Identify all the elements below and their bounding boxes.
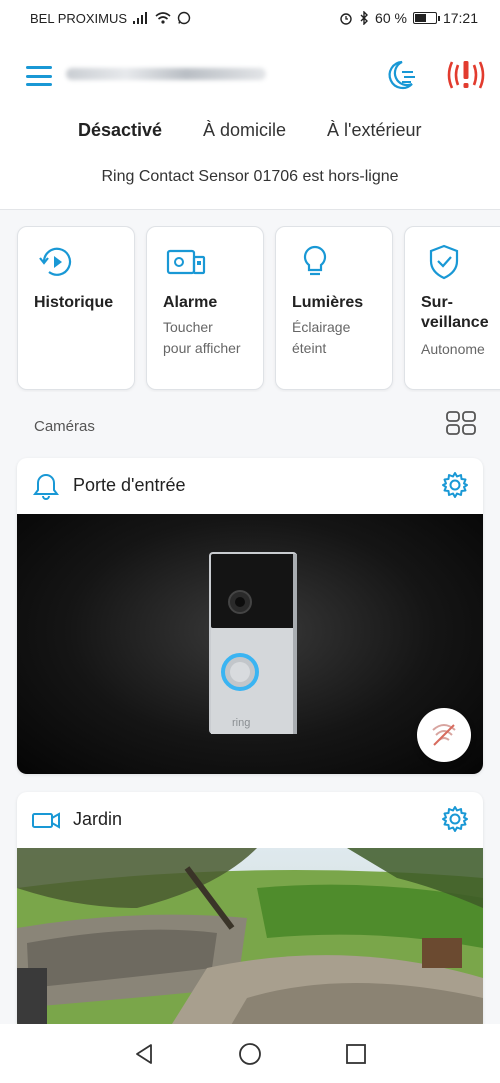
tile-subtitle: Autonome (421, 341, 485, 357)
tile-subtitle-line1: Toucher (163, 319, 213, 335)
recents-icon[interactable] (344, 1042, 368, 1066)
mode-away[interactable]: À l'extérieur (327, 120, 421, 141)
tile-history[interactable]: Historique (17, 226, 135, 390)
tile-subtitle: Toucher pour afficher (163, 317, 241, 359)
tile-title: Historique (34, 294, 114, 311)
motion-disabled-icon (432, 724, 456, 746)
app-header: Désactivé À domicile À l'extérieur Ring … (0, 36, 500, 210)
gear-icon[interactable] (441, 805, 469, 833)
tile-surveillance[interactable]: Sur- veillance Autonome (404, 226, 500, 390)
garden-image (17, 848, 483, 1032)
battery-icon (412, 12, 440, 24)
hamburger-icon[interactable] (26, 66, 52, 86)
home-icon[interactable] (238, 1042, 262, 1066)
tile-subtitle-line2: éteint (292, 340, 327, 356)
tile-lights[interactable]: Lumières Éclairage éteint (275, 226, 393, 390)
camera-name: Porte d'entrée (73, 475, 186, 495)
mode-disarmed[interactable]: Désactivé (78, 120, 162, 141)
moon-icon[interactable] (382, 58, 418, 94)
signal-icon (133, 12, 148, 24)
status-bar: BEL PROXIMUS 60 % 17:21 (0, 0, 500, 36)
system-navigation-bar (0, 1024, 500, 1083)
camera-name: Jardin (73, 809, 123, 829)
camera-card-garden: Jardin (17, 792, 483, 1032)
camera-preview-front-door[interactable]: ring (17, 514, 483, 774)
video-camera-icon (32, 812, 60, 829)
tile-title-line2: veillance (421, 314, 489, 331)
tile-subtitle-line1: Éclairage (292, 319, 351, 335)
whatsapp-icon (177, 11, 191, 25)
mode-home[interactable]: À domicile (203, 120, 286, 141)
tile-subtitle: Éclairage éteint (292, 317, 350, 359)
tile-alarm[interactable]: Alarme Toucher pour afficher (146, 226, 264, 390)
motion-snooze-button[interactable] (417, 708, 471, 762)
bluetooth-icon (360, 11, 369, 25)
carrier-name: BEL PROXIMUS (30, 10, 128, 26)
bell-icon (33, 473, 59, 500)
doorbell-image: ring (209, 552, 297, 734)
grid-view-icon[interactable] (446, 411, 476, 435)
clock-time: 17:21 (442, 10, 478, 26)
alarm-panel-icon (166, 249, 206, 275)
gear-icon[interactable] (441, 471, 469, 499)
sensor-status-message: Ring Contact Sensor 01706 est hors-ligne (101, 168, 399, 185)
alert-icon[interactable] (444, 56, 488, 94)
doorbell-brand: ring (232, 717, 250, 729)
location-name-redacted (66, 68, 266, 80)
camera-card-front-door: Porte d'entrée ring (17, 458, 483, 774)
tile-title: Lumières (292, 294, 364, 311)
alarm-clock-icon (340, 13, 352, 25)
cameras-section-label: Caméras (34, 418, 95, 435)
camera-header: Porte d'entrée (17, 458, 483, 514)
wifi-icon (155, 12, 171, 24)
feature-tiles: Historique Alarme Toucher pour afficher … (0, 226, 500, 392)
shield-check-icon (429, 244, 459, 280)
tile-title: Sur- veillance (421, 293, 489, 333)
tile-title-line1: Sur- (421, 294, 453, 311)
history-icon (39, 247, 72, 276)
tile-title: Alarme (163, 294, 218, 311)
back-icon[interactable] (132, 1042, 156, 1066)
camera-preview-garden[interactable] (17, 848, 483, 1032)
camera-header: Jardin (17, 792, 483, 848)
lightbulb-icon (303, 245, 327, 276)
battery-percent: 60 % (375, 10, 407, 26)
security-mode-selector: Désactivé À domicile À l'extérieur (0, 120, 500, 148)
tile-subtitle-line2: pour afficher (163, 340, 241, 356)
